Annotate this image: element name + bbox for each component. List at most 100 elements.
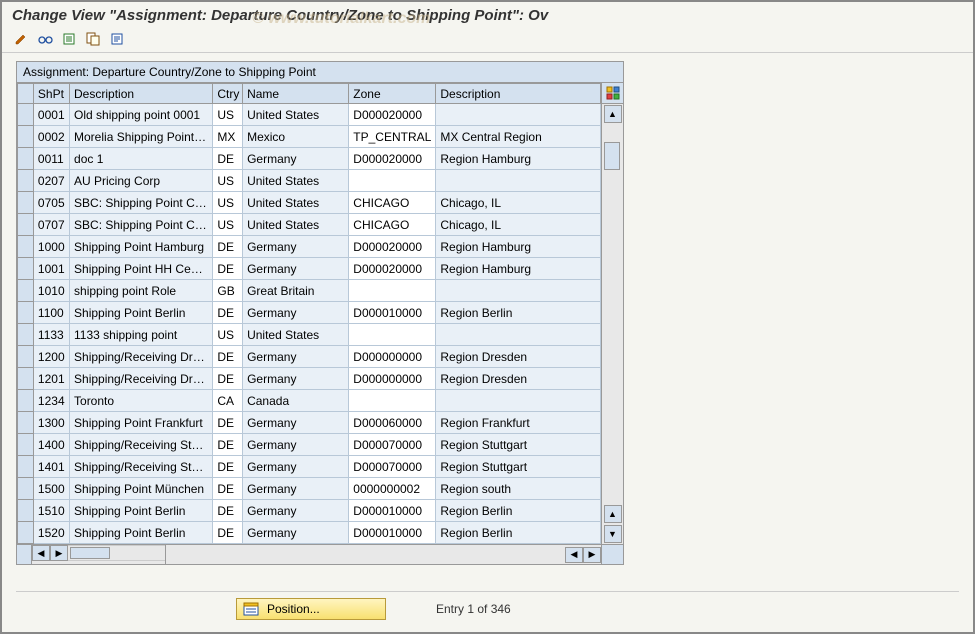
cell-shpt[interactable]: 1000 (33, 236, 69, 258)
cell-description1[interactable]: Shipping Point Berlin (70, 522, 213, 544)
row-selector[interactable] (18, 324, 34, 346)
cell-description2[interactable]: Region Hamburg (436, 258, 601, 280)
cell-ctry[interactable]: DE (213, 368, 243, 390)
table-row[interactable]: 1234TorontoCACanada (18, 390, 601, 412)
cell-description1[interactable]: Shipping/Receiving Stutt.. (70, 456, 213, 478)
hscroll-left-button[interactable]: ◀ (32, 545, 50, 561)
cell-ctry[interactable]: DE (213, 500, 243, 522)
cell-zone[interactable] (349, 170, 436, 192)
cell-name[interactable]: United States (243, 170, 349, 192)
cell-ctry[interactable]: DE (213, 412, 243, 434)
cell-name[interactable]: Germany (243, 412, 349, 434)
assignment-table[interactable]: ShPt Description Ctry Name Zone Descript… (17, 83, 601, 544)
cell-zone[interactable]: 0000000002 (349, 478, 436, 500)
cell-description2[interactable]: Chicago, IL (436, 214, 601, 236)
cell-name[interactable]: United States (243, 104, 349, 126)
cell-description1[interactable]: Toronto (70, 390, 213, 412)
column-description1[interactable]: Description (70, 84, 213, 104)
scroll-up2-button[interactable]: ▲ (604, 505, 622, 523)
cell-zone[interactable]: D000010000 (349, 522, 436, 544)
cell-ctry[interactable]: DE (213, 346, 243, 368)
cell-zone[interactable]: TP_CENTRAL (349, 126, 436, 148)
cell-description1[interactable]: Morelia Shipping Point H.. (70, 126, 213, 148)
row-selector[interactable] (18, 478, 34, 500)
cell-description2[interactable] (436, 280, 601, 302)
row-selector[interactable] (18, 302, 34, 324)
cell-description1[interactable]: Shipping Point Berlin (70, 500, 213, 522)
hscroll-right2-button[interactable]: ▶ (583, 547, 601, 563)
cell-description2[interactable] (436, 390, 601, 412)
cell-zone[interactable] (349, 390, 436, 412)
table-row[interactable]: 1500Shipping Point MünchenDEGermany00000… (18, 478, 601, 500)
row-selector[interactable] (18, 346, 34, 368)
table-row[interactable]: 1200Shipping/Receiving Dres..DEGermanyD0… (18, 346, 601, 368)
cell-description1[interactable]: Shipping/Receiving Dres.. (70, 368, 213, 390)
hscroll-track[interactable] (68, 545, 165, 561)
cell-zone[interactable]: D000070000 (349, 456, 436, 478)
row-selector[interactable] (18, 456, 34, 478)
cell-description2[interactable]: MX Central Region (436, 126, 601, 148)
cell-name[interactable]: Germany (243, 258, 349, 280)
row-selector[interactable] (18, 500, 34, 522)
table-row[interactable]: 1400Shipping/Receiving Stutt..DEGermanyD… (18, 434, 601, 456)
table-row[interactable]: 0705SBC: Shipping Point Chi…USUnited Sta… (18, 192, 601, 214)
hscroll-thumb[interactable] (70, 547, 110, 559)
cell-description1[interactable]: 1133 shipping point (70, 324, 213, 346)
row-selector[interactable] (18, 412, 34, 434)
table-row[interactable]: 1000Shipping Point HamburgDEGermanyD0000… (18, 236, 601, 258)
hscroll-left2-button[interactable]: ◀ (565, 547, 583, 563)
cell-ctry[interactable]: DE (213, 434, 243, 456)
cell-description1[interactable]: doc 1 (70, 148, 213, 170)
table-row[interactable]: 1520Shipping Point BerlinDEGermanyD00001… (18, 522, 601, 544)
table-row[interactable]: 1010shipping point RoleGBGreat Britain (18, 280, 601, 302)
row-selector[interactable] (18, 214, 34, 236)
table-row[interactable]: 0707SBC: Shipping Point Chi…USUnited Sta… (18, 214, 601, 236)
cell-description1[interactable]: Shipping Point München (70, 478, 213, 500)
cell-shpt[interactable]: 1510 (33, 500, 69, 522)
row-selector[interactable] (18, 258, 34, 280)
cell-description2[interactable]: Region Berlin (436, 500, 601, 522)
cell-shpt[interactable]: 0001 (33, 104, 69, 126)
column-zone[interactable]: Zone (349, 84, 436, 104)
cell-ctry[interactable]: MX (213, 126, 243, 148)
cell-description2[interactable]: Region south (436, 478, 601, 500)
cell-description2[interactable]: Region Berlin (436, 302, 601, 324)
cell-shpt[interactable]: 0011 (33, 148, 69, 170)
cell-zone[interactable]: CHICAGO (349, 192, 436, 214)
row-selector[interactable] (18, 236, 34, 258)
table-row[interactable]: 1300Shipping Point FrankfurtDEGermanyD00… (18, 412, 601, 434)
cell-description1[interactable]: Shipping/Receiving Dres.. (70, 346, 213, 368)
cell-description2[interactable] (436, 170, 601, 192)
cell-name[interactable]: Germany (243, 346, 349, 368)
cell-ctry[interactable]: DE (213, 148, 243, 170)
cell-zone[interactable]: D000060000 (349, 412, 436, 434)
cell-description2[interactable] (436, 324, 601, 346)
cell-ctry[interactable]: DE (213, 456, 243, 478)
column-selector[interactable] (18, 84, 34, 104)
cell-zone[interactable]: D000020000 (349, 148, 436, 170)
row-selector[interactable] (18, 280, 34, 302)
cell-zone[interactable] (349, 324, 436, 346)
cell-name[interactable]: Germany (243, 368, 349, 390)
row-selector[interactable] (18, 390, 34, 412)
cell-name[interactable]: Germany (243, 478, 349, 500)
position-button[interactable]: Position... (236, 598, 386, 620)
cell-description1[interactable]: SBC: Shipping Point Chi… (70, 192, 213, 214)
scroll-down-button[interactable]: ▼ (604, 525, 622, 543)
cell-description2[interactable]: Region Hamburg (436, 148, 601, 170)
cell-shpt[interactable]: 1400 (33, 434, 69, 456)
row-selector[interactable] (18, 192, 34, 214)
hscroll-right-button[interactable]: ▶ (50, 545, 68, 561)
cell-ctry[interactable]: US (213, 104, 243, 126)
cell-description2[interactable]: Region Hamburg (436, 236, 601, 258)
vscroll-thumb[interactable] (604, 142, 620, 170)
new-entries-button[interactable] (60, 30, 78, 48)
cell-ctry[interactable]: US (213, 192, 243, 214)
table-row[interactable]: 0207AU Pricing CorpUSUnited States (18, 170, 601, 192)
toggle-display-change-button[interactable] (12, 30, 30, 48)
row-selector[interactable] (18, 170, 34, 192)
table-row[interactable]: 1201Shipping/Receiving Dres..DEGermanyD0… (18, 368, 601, 390)
cell-name[interactable]: Canada (243, 390, 349, 412)
cell-description2[interactable]: Region Dresden (436, 346, 601, 368)
cell-ctry[interactable]: GB (213, 280, 243, 302)
